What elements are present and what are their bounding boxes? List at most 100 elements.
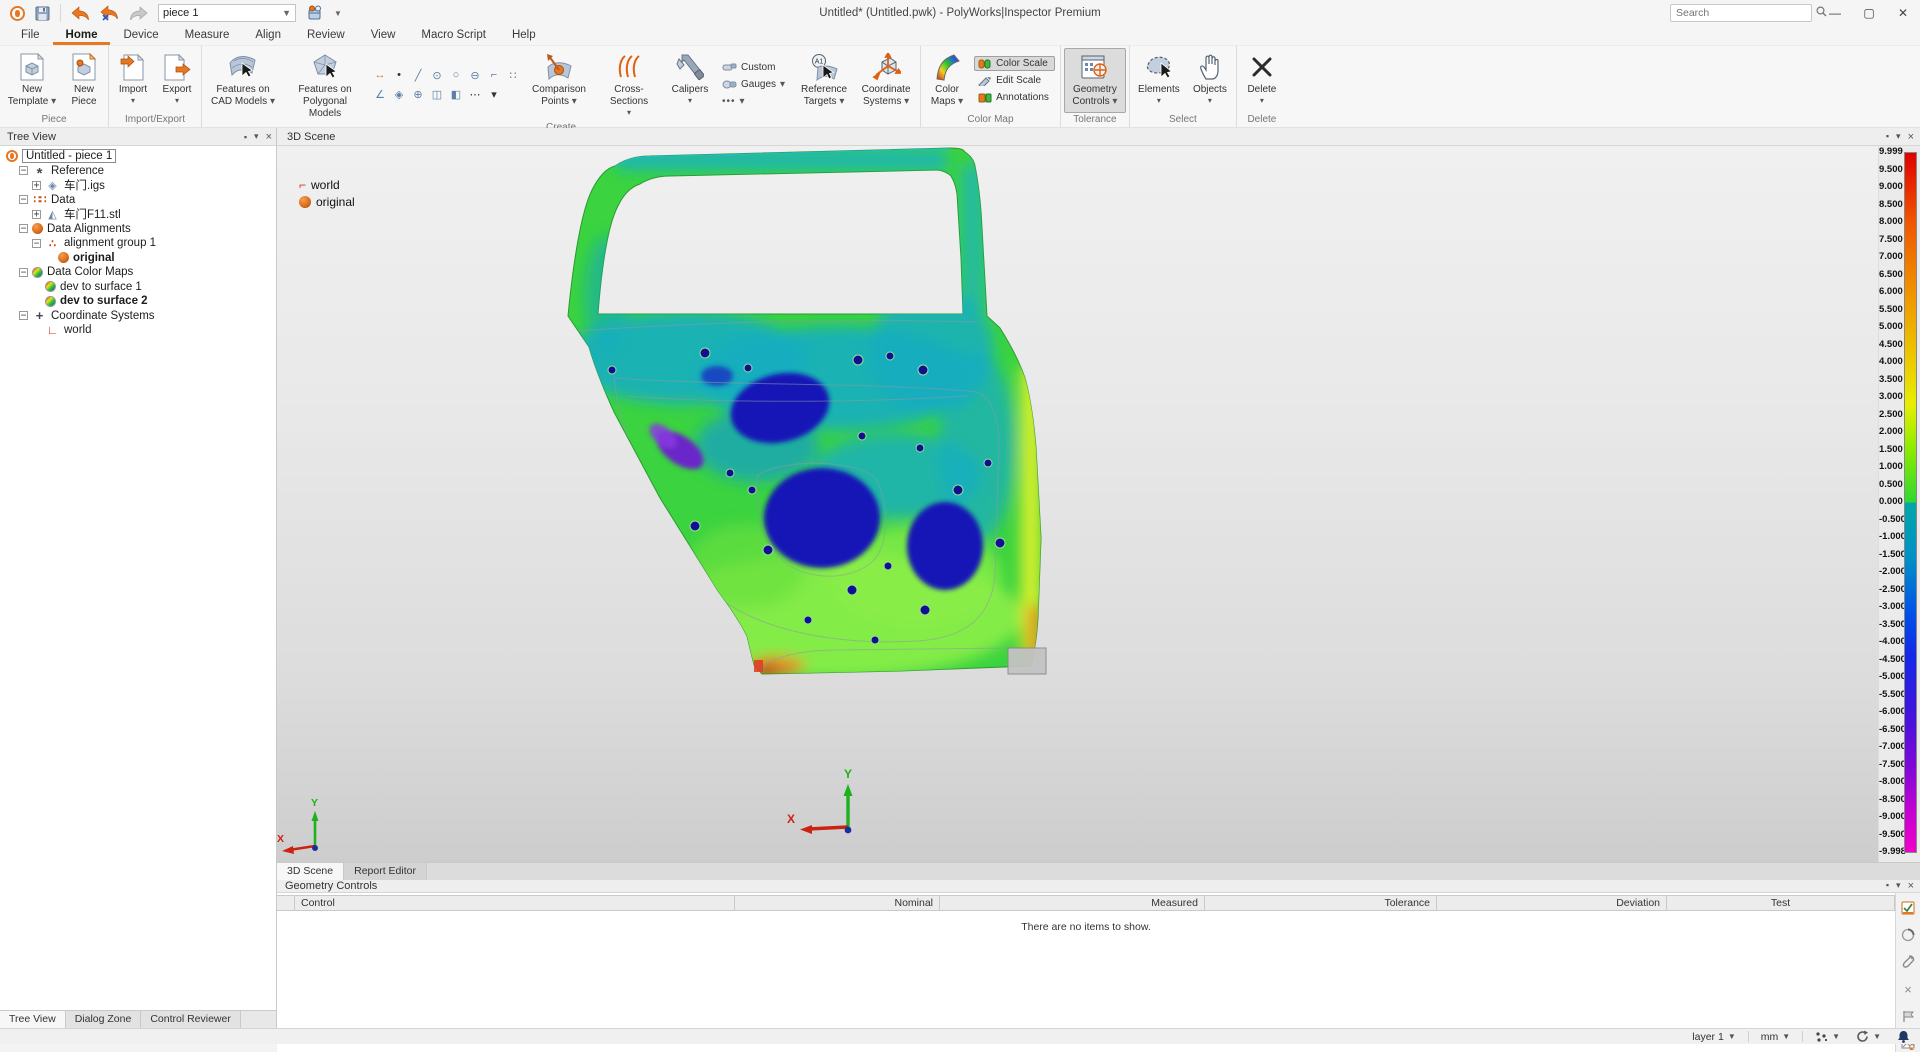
create-line-icon[interactable]: ╱ xyxy=(410,68,426,83)
notifications-bell[interactable] xyxy=(1893,1030,1914,1043)
column-select-all[interactable] xyxy=(277,896,295,910)
create-caret-icon[interactable]: ▾ xyxy=(486,87,502,102)
collapse-icon[interactable]: − xyxy=(19,268,28,277)
maximize-button[interactable]: ▢ xyxy=(1852,0,1886,26)
scene-tab-3d-scene[interactable]: 3D Scene xyxy=(277,863,344,880)
refresh-selector[interactable]: ▼ xyxy=(1852,1030,1885,1043)
tree-item-alignment-group-1[interactable]: −∴alignment group 1 xyxy=(0,236,276,251)
layer-selector[interactable]: layer 1▼ xyxy=(1688,1031,1739,1043)
viewport-3d[interactable]: ⌐ world original xyxy=(277,146,1878,862)
features-on-polygonal-models-button[interactable]: Features on Polygonal Models xyxy=(283,48,367,121)
calipers-button[interactable]: Calipers ▾ xyxy=(666,48,714,121)
create-ellipse-icon[interactable]: ○ xyxy=(448,68,464,83)
close-button[interactable]: ✕ xyxy=(1886,0,1920,26)
tree-item-data-alignments[interactable]: −Data Alignments xyxy=(0,222,276,237)
custom-gauge-button[interactable]: Custom xyxy=(718,60,791,75)
create-angle-icon[interactable]: ∠ xyxy=(372,87,388,102)
menu-review[interactable]: Review xyxy=(294,27,358,45)
collapse-icon[interactable]: − xyxy=(19,224,28,233)
point-display-selector[interactable]: ▼ xyxy=(1811,1031,1844,1043)
gauges-button[interactable]: Gauges ▾ xyxy=(718,77,791,92)
menu-help[interactable]: Help xyxy=(499,27,549,45)
tree-item-车门f11-stl[interactable]: +◭车门F11.stl xyxy=(0,207,276,222)
pin-icon[interactable]: ▪ xyxy=(1886,131,1889,143)
more-gauges-button[interactable]: ••• ▾ xyxy=(718,94,791,109)
import-button[interactable]: Import ▾ xyxy=(112,48,154,113)
expand-icon[interactable]: + xyxy=(32,210,41,219)
collapse-icon[interactable]: − xyxy=(19,195,28,204)
create-more-icon[interactable]: ⋯ xyxy=(467,87,483,102)
control-checklist-icon[interactable] xyxy=(1899,899,1917,917)
create-cylinder-icon[interactable]: ◫ xyxy=(429,87,445,102)
cross-sections-button[interactable]: Cross-Sections ▾ xyxy=(594,48,664,121)
column-control[interactable]: Control xyxy=(295,896,735,910)
model-3d-door[interactable]: Y X Y X xyxy=(277,146,1878,862)
polyworks-logo-icon[interactable] xyxy=(10,6,25,21)
annotations-button[interactable]: Annotations xyxy=(974,90,1055,105)
create-point-icon[interactable]: • xyxy=(391,68,407,83)
column-tolerance[interactable]: Tolerance xyxy=(1205,896,1437,910)
column-deviation[interactable]: Deviation xyxy=(1437,896,1667,910)
chevron-down-icon[interactable]: ▾ xyxy=(254,131,259,142)
save-button[interactable] xyxy=(35,6,50,21)
elements-button[interactable]: Elements ▾ xyxy=(1133,48,1185,113)
create-circle-icon[interactable]: ⊙ xyxy=(429,68,445,83)
pin-icon[interactable]: ▪ xyxy=(244,132,247,142)
wrench-icon[interactable] xyxy=(1899,953,1917,971)
undo-button[interactable] xyxy=(71,6,90,21)
panel-tab-control-reviewer[interactable]: Control Reviewer xyxy=(141,1011,241,1028)
create-distance-icon[interactable]: ↔ xyxy=(372,68,388,83)
create-surface-icon[interactable]: ◧ xyxy=(448,87,464,102)
chevron-down-icon[interactable]: ▾ xyxy=(1896,131,1901,143)
minimize-button[interactable]: — xyxy=(1818,0,1852,26)
tree-item-original[interactable]: original xyxy=(0,251,276,266)
menu-align[interactable]: Align xyxy=(242,27,294,45)
scene-tab-report-editor[interactable]: Report Editor xyxy=(344,863,427,880)
flag-icon[interactable] xyxy=(1899,1007,1917,1025)
menu-home[interactable]: Home xyxy=(53,27,111,45)
tree-item-dev-to-surface-2[interactable]: dev to surface 2 xyxy=(0,294,276,309)
chevron-down-icon[interactable]: ▾ xyxy=(1896,880,1901,892)
menu-macro-script[interactable]: Macro Script xyxy=(408,27,499,45)
create-slot-icon[interactable]: ⊖ xyxy=(467,68,483,83)
close-icon[interactable]: × xyxy=(1908,880,1914,892)
create-polyline-icon[interactable]: ⌐ xyxy=(486,68,502,83)
color-maps-button[interactable]: Color Maps ▾ xyxy=(924,48,970,113)
menu-device[interactable]: Device xyxy=(110,27,171,45)
expand-icon[interactable]: + xyxy=(32,181,41,190)
qat-customize-caret[interactable]: ▼ xyxy=(334,9,342,18)
tree-item-data[interactable]: −∷∷Data xyxy=(0,193,276,208)
geometry-controls-button[interactable]: Geometry Controls ▾ xyxy=(1064,48,1126,113)
menu-file[interactable]: File xyxy=(8,27,53,45)
delete-button[interactable]: Delete ▾ xyxy=(1240,48,1284,113)
features-on-cad-models-button[interactable]: Features on CAD Models ▾ xyxy=(205,48,281,121)
units-selector[interactable]: mm▼ xyxy=(1757,1031,1794,1043)
close-icon[interactable]: × xyxy=(1908,131,1914,143)
panel-tab-dialog-zone[interactable]: Dialog Zone xyxy=(66,1011,142,1028)
create-plane-icon[interactable]: ◈ xyxy=(391,87,407,102)
undo-all-button[interactable] xyxy=(100,5,119,21)
objects-button[interactable]: Objects ▾ xyxy=(1187,48,1233,113)
menu-measure[interactable]: Measure xyxy=(172,27,243,45)
tree-item-world[interactable]: ∟world xyxy=(0,323,276,338)
column-measured[interactable]: Measured xyxy=(940,896,1205,910)
close-icon[interactable]: × xyxy=(266,131,272,143)
reference-targets-button[interactable]: A1 Reference Targets ▾ xyxy=(795,48,853,121)
tree-item-reference[interactable]: −*Reference xyxy=(0,164,276,179)
search-box[interactable] xyxy=(1670,4,1812,22)
tree-item-dev-to-surface-1[interactable]: dev to surface 1 xyxy=(0,280,276,295)
create-point-grid-icon[interactable]: ∷ xyxy=(505,68,521,83)
search-input[interactable] xyxy=(1671,7,1816,19)
coordinate-systems-button[interactable]: Coordinate Systems ▾ xyxy=(855,48,917,121)
export-button[interactable]: Export ▾ xyxy=(156,48,198,113)
review-measures-icon[interactable] xyxy=(1899,926,1917,944)
panel-tab-tree-view[interactable]: Tree View xyxy=(0,1011,66,1028)
edit-scale-button[interactable]: Edit Scale xyxy=(974,73,1055,88)
collapse-icon[interactable]: − xyxy=(19,311,28,320)
color-scale-bar[interactable] xyxy=(1904,152,1917,853)
menu-view[interactable]: View xyxy=(358,27,409,45)
tree-item-untitled-piece-1[interactable]: Untitled - piece 1 xyxy=(0,149,276,164)
tree-item-coordinate-systems[interactable]: −+Coordinate Systems xyxy=(0,309,276,324)
color-scale-button[interactable]: Color Scale xyxy=(974,56,1055,71)
piece-selector[interactable]: piece 1 ▼ xyxy=(158,4,296,22)
